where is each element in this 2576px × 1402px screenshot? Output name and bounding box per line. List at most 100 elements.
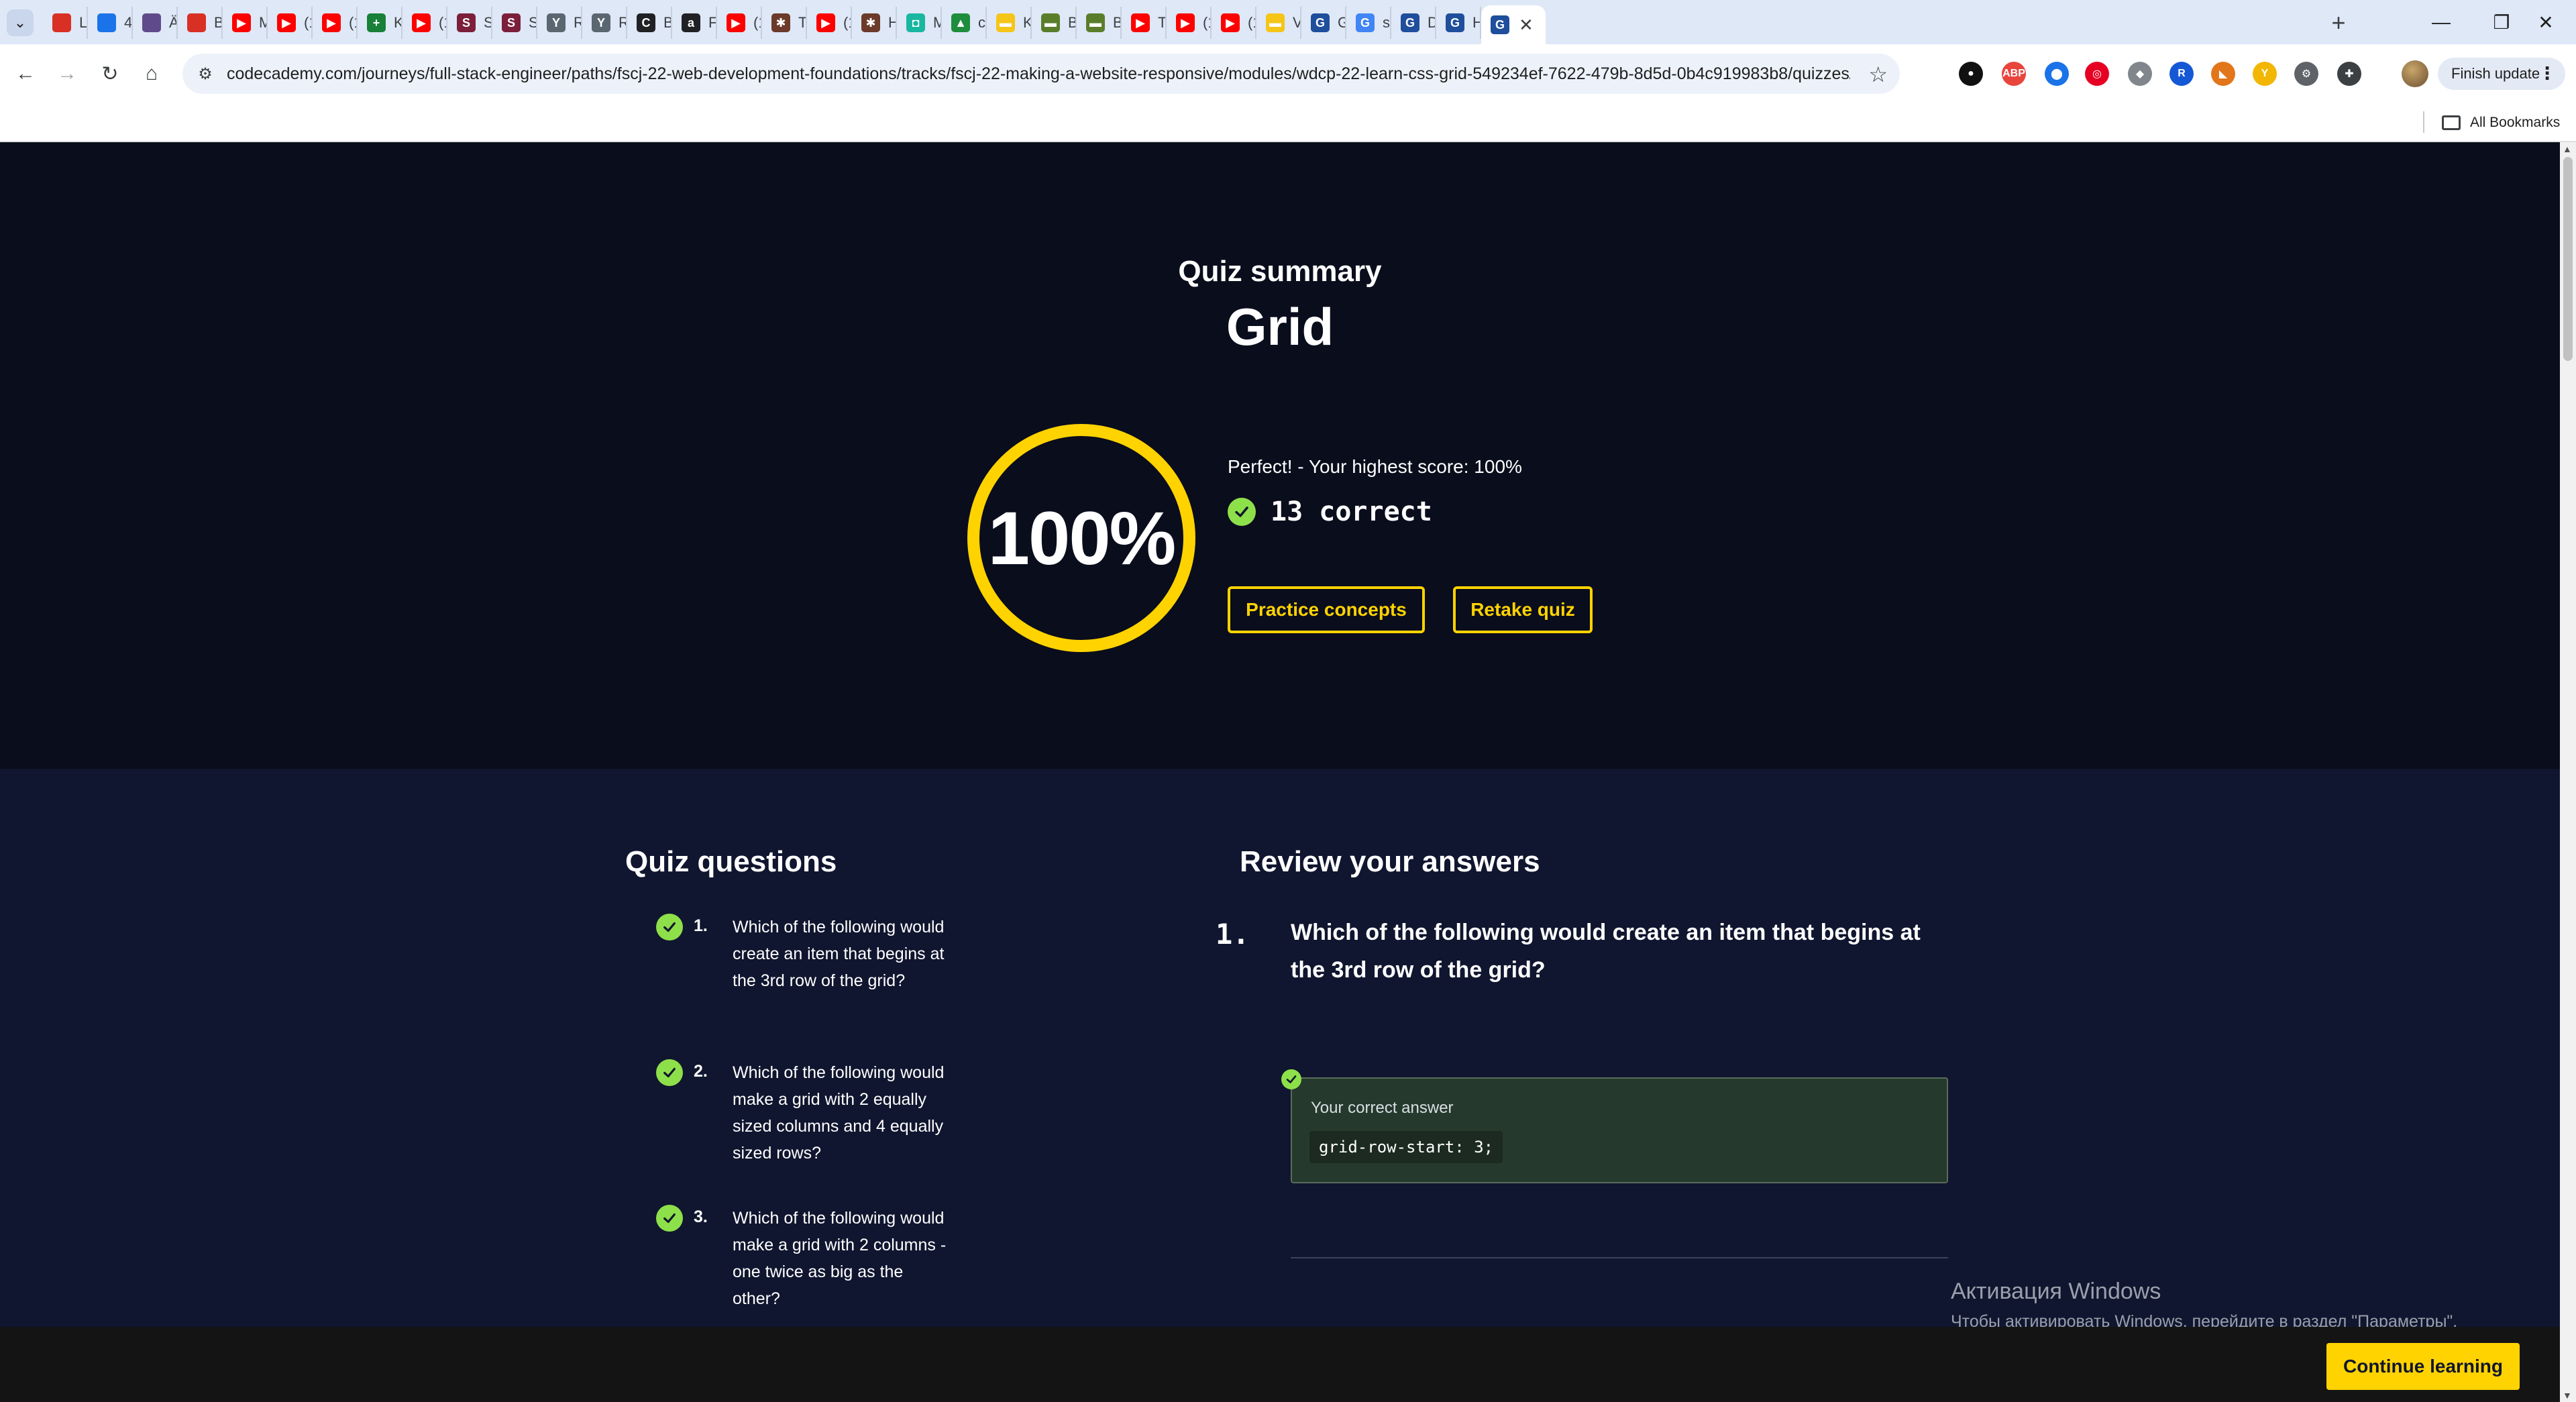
tab-search-button[interactable]: ⌄ xyxy=(7,9,34,36)
ext-gray-icon[interactable]: ◆ xyxy=(2128,62,2152,86)
tab-title: ca xyxy=(978,14,985,31)
new-tab-button[interactable]: + xyxy=(2325,9,2352,36)
check-circle-icon xyxy=(656,1059,683,1086)
browser-tab[interactable]: ▶ (1 xyxy=(268,7,313,39)
browser-tab[interactable]: ✱ Tv xyxy=(762,7,807,39)
reload-button[interactable]: ↻ xyxy=(94,58,126,90)
back-button[interactable]: ← xyxy=(9,58,42,90)
browser-tab[interactable]: Y Rc xyxy=(582,7,627,39)
site-info-icon[interactable]: ⚙ xyxy=(192,60,219,87)
tab-title: M xyxy=(259,14,266,32)
profile-avatar[interactable] xyxy=(2402,60,2428,87)
amazon-icon: a xyxy=(682,13,700,32)
question-text: Which of the following would make a grid… xyxy=(733,1063,945,1163)
ext-blue-square-icon[interactable]: R xyxy=(2169,62,2194,86)
review-question-number: 1. xyxy=(1216,918,1250,951)
scroll-down-icon[interactable]: ▼ xyxy=(2563,1390,2572,1401)
close-window-button[interactable]: ✕ xyxy=(2516,5,2576,39)
browser-tab[interactable]: Gsk xyxy=(1346,7,1391,39)
bug-icon: ✱ xyxy=(771,13,790,32)
tab-title: Rc xyxy=(574,14,581,32)
browser-tab[interactable]: ▶ (1 xyxy=(313,7,358,39)
browser-tab[interactable]: ◘M xyxy=(897,7,942,39)
divider xyxy=(1291,1257,1948,1258)
browser-tab[interactable]: a Fr xyxy=(672,7,717,39)
youtube-icon: ▶ xyxy=(1221,13,1240,32)
browser-tab[interactable]: 4 xyxy=(88,7,133,39)
pinterest-icon[interactable]: ◎ xyxy=(2085,62,2109,86)
question-list-item[interactable]: 1. Which of the following would create a… xyxy=(656,914,947,994)
circle-ext-icon[interactable]: ● xyxy=(1959,62,1983,86)
ext-yellow-icon[interactable]: Y xyxy=(2253,62,2277,86)
continue-learning-button[interactable]: Continue learning xyxy=(2326,1343,2520,1390)
scroll-up-icon[interactable]: ▲ xyxy=(2563,144,2572,154)
forward-button[interactable]: → xyxy=(51,58,83,90)
question-list-item[interactable]: 3. Which of the following would make a g… xyxy=(656,1205,947,1312)
browser-tab[interactable]: ▬ Bl xyxy=(1032,7,1077,39)
adblock-icon[interactable]: ABP xyxy=(2002,62,2026,86)
tab-title: Kı xyxy=(394,14,401,32)
page-scrollbar[interactable]: ▲ ▼ xyxy=(2560,142,2576,1402)
scrollbar-thumb[interactable] xyxy=(2563,157,2573,361)
bookmarks-separator xyxy=(2423,111,2424,133)
home-icon: ⌂ xyxy=(145,62,158,85)
summary-label: Quiz summary xyxy=(1178,255,1382,288)
browser-tab[interactable]: GH xyxy=(1436,7,1481,39)
windows-activation-title: Активация Windows xyxy=(1951,1279,2161,1304)
footer-bar: Continue learning xyxy=(0,1327,2560,1402)
minimize-button[interactable]: — xyxy=(2411,5,2471,39)
browser-tab[interactable]: S Sh xyxy=(447,7,492,39)
active-browser-tab[interactable]: G ✕ xyxy=(1481,5,1546,44)
check-circle-icon xyxy=(656,914,683,940)
browser-tab[interactable]: Lu xyxy=(43,7,88,39)
ext-badge-icon[interactable]: ⬤ xyxy=(2045,62,2069,86)
bug-icon: ✱ xyxy=(861,13,880,32)
browser-tab[interactable]: ▬ Bl xyxy=(1077,7,1122,39)
browser-tab[interactable]: G Di xyxy=(1391,7,1436,39)
circle-app-icon xyxy=(142,13,161,32)
browser-tab[interactable]: ▶ (1 xyxy=(717,7,762,39)
browser-tab[interactable]: ▶ (1 xyxy=(402,7,447,39)
ext-settings-icon[interactable]: ⚙ xyxy=(2294,62,2318,86)
mountain-icon: ▲ xyxy=(951,13,970,32)
browser-tab[interactable]: Y Rc xyxy=(537,7,582,39)
tab-title: H xyxy=(1472,14,1480,32)
finish-update-button[interactable]: Finish update ⋮ xyxy=(2438,58,2565,90)
browser-tab[interactable]: ▬ Ka xyxy=(987,7,1032,39)
youtube-icon: ▶ xyxy=(727,13,745,32)
tab-title: M xyxy=(933,14,941,32)
all-bookmarks-button[interactable]: All Bookmarks xyxy=(2442,111,2560,134)
browser-tab[interactable]: S Sh xyxy=(492,7,537,39)
correct-answer-card: Your correct answer grid-row-start: 3; xyxy=(1281,1069,1948,1183)
browser-tab[interactable]: + Kı xyxy=(358,7,402,39)
question-number: 1. xyxy=(694,916,708,935)
browser-tab[interactable]: C Be xyxy=(627,7,672,39)
browser-tab[interactable]: ✱ Hi xyxy=(852,7,897,39)
browser-tab[interactable]: ▬ Ve xyxy=(1256,7,1301,39)
url-text[interactable]: codecademy.com/journeys/full-stack-engin… xyxy=(227,64,1850,84)
browser-tab[interactable]: ▶M xyxy=(223,7,268,39)
answer-label: Your correct answer xyxy=(1311,1099,1454,1117)
tab-title: Ka xyxy=(1023,14,1030,32)
extensions-puzzle-icon[interactable]: ✚ xyxy=(2337,62,2361,86)
browser-tab[interactable]: G Gı xyxy=(1301,7,1346,39)
tab-title: Th xyxy=(1158,14,1167,31)
codecademy-icon: G xyxy=(1446,13,1464,32)
browser-tab[interactable]: ▶ Th xyxy=(1122,7,1167,39)
browser-tab[interactable]: ▶ (1 xyxy=(1212,7,1256,39)
youtube-icon: ▶ xyxy=(816,13,835,32)
browser-tab[interactable]: ▶ (1 xyxy=(807,7,852,39)
retake-quiz-button[interactable]: Retake quiz xyxy=(1453,586,1593,633)
home-button[interactable]: ⌂ xyxy=(136,58,168,90)
question-list-item[interactable]: 2. Which of the following would make a g… xyxy=(656,1059,947,1167)
metamask-icon[interactable]: ◣ xyxy=(2211,62,2235,86)
browser-tab[interactable]: ▶ (1 xyxy=(1167,7,1212,39)
address-bar[interactable]: ⚙ codecademy.com/journeys/full-stack-eng… xyxy=(182,54,1900,94)
practice-concepts-button[interactable]: Practice concepts xyxy=(1228,586,1425,633)
tab-title: sk xyxy=(1383,14,1390,31)
close-tab-icon[interactable]: ✕ xyxy=(1519,15,1534,36)
browser-tab[interactable]: Br xyxy=(178,7,223,39)
browser-tab[interactable]: Äs xyxy=(133,7,178,39)
browser-tab[interactable]: ▲ ca xyxy=(942,7,987,39)
bookmark-star-icon[interactable]: ☆ xyxy=(1868,62,1888,87)
